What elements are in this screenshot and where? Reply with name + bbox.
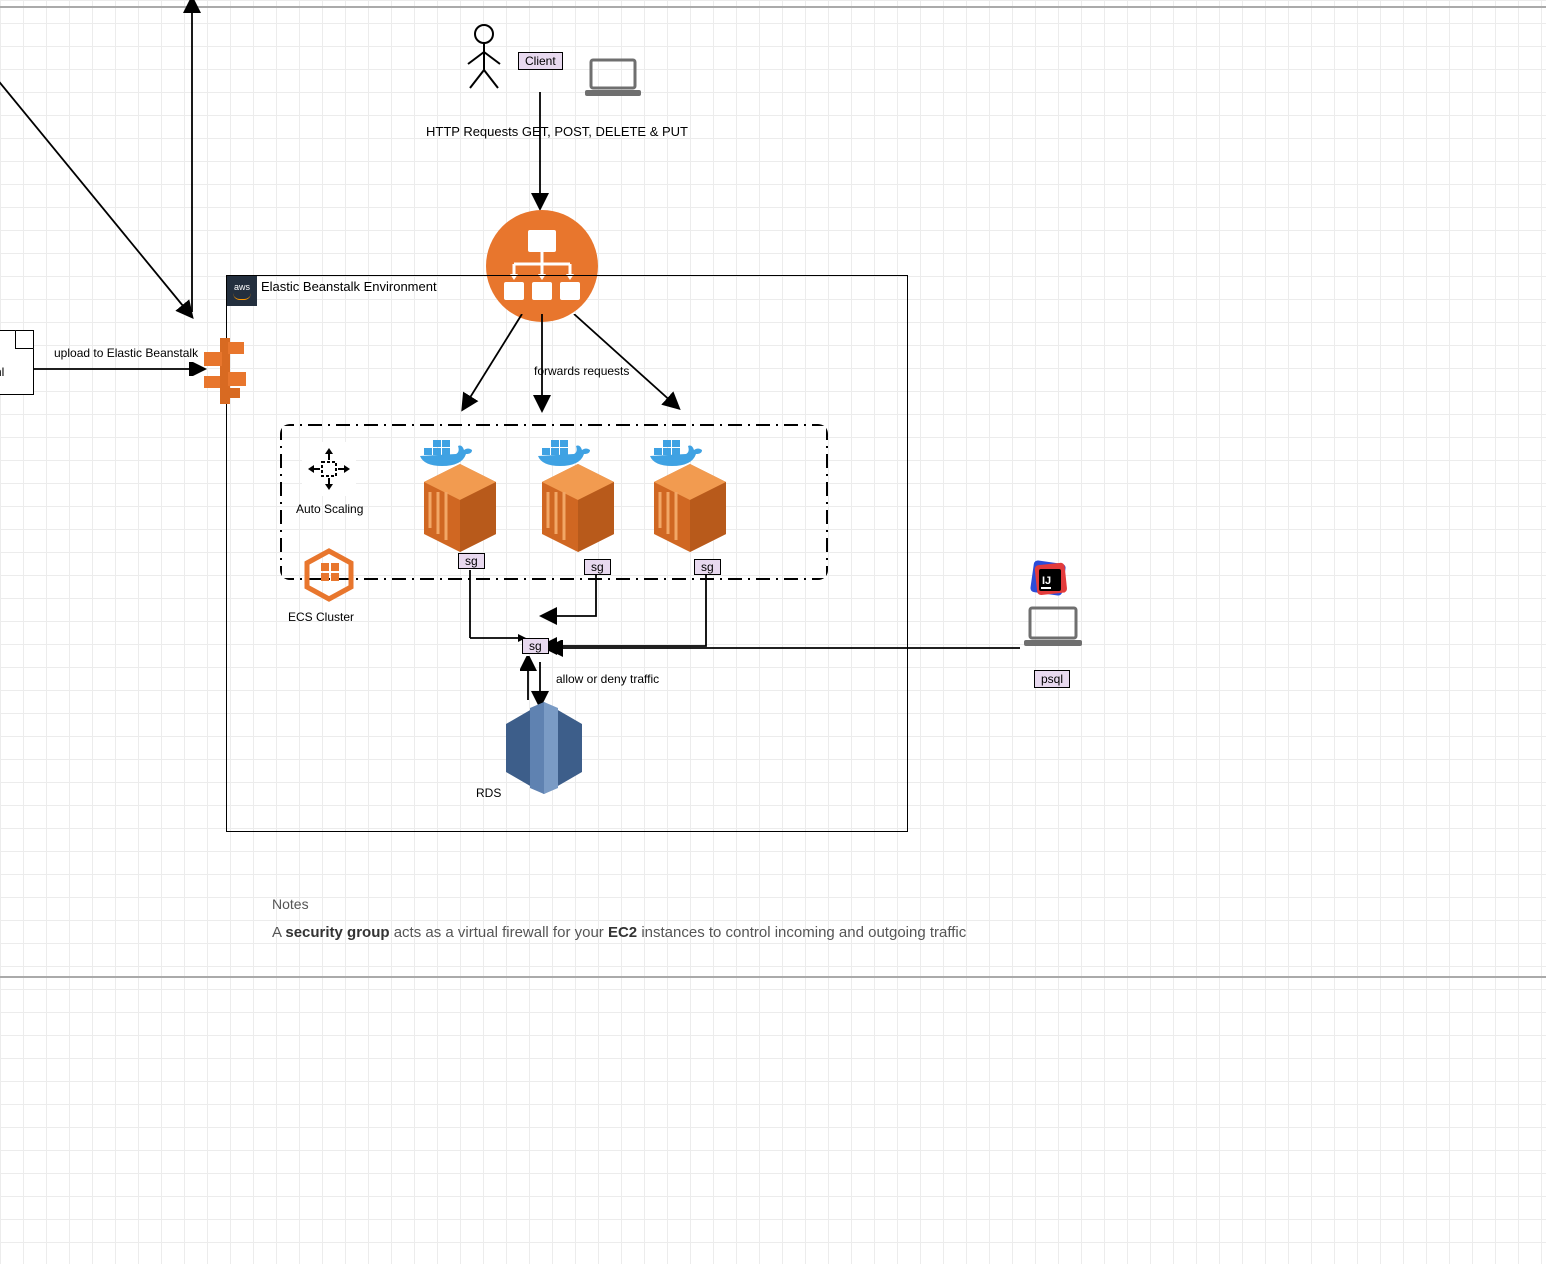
arrow-upload xyxy=(34,362,208,376)
notes-body-suffix: instances to control incoming and outgoi… xyxy=(637,924,966,941)
elastic-beanstalk-icon xyxy=(200,332,250,412)
upload-edge-label: upload to Elastic Beanstalk xyxy=(54,346,198,360)
notes-body: A security group acts as a virtual firew… xyxy=(272,924,1092,941)
person-icon xyxy=(462,22,506,92)
rds-label: RDS xyxy=(476,786,501,800)
ec2-instance-icon xyxy=(418,462,502,554)
laptop-icon xyxy=(1022,604,1084,650)
ecs-cluster-label: ECS Cluster xyxy=(288,610,354,624)
notes-body-b2: EC2 xyxy=(608,924,637,941)
config-file-ext: yaml xyxy=(0,365,4,379)
client-label: Client xyxy=(525,54,556,68)
arrow-psql-to-sg xyxy=(548,640,1028,660)
arrow-client-to-lb xyxy=(530,92,550,212)
sg-badge-db-text: sg xyxy=(529,639,542,653)
notes-body-prefix: A xyxy=(272,924,285,941)
notes-body-mid: acts as a virtual firewall for your xyxy=(390,924,608,941)
notes-body-b1: security group xyxy=(285,924,389,941)
laptop-icon xyxy=(583,56,643,100)
rds-icon xyxy=(500,700,588,796)
psql-label: psql xyxy=(1041,672,1063,686)
eb-title-label: Elastic Beanstalk Environment xyxy=(261,279,437,294)
arrow-sg-rds-bidir xyxy=(520,656,550,706)
notes-title: Notes xyxy=(272,896,309,912)
psql-label-box: psql xyxy=(1034,670,1070,688)
bottom-divider xyxy=(0,976,1546,978)
intellij-icon: IJ xyxy=(1028,558,1072,602)
svg-text:IJ: IJ xyxy=(1042,575,1051,587)
ec2-instance-icon xyxy=(536,462,620,554)
sg-badge-db: sg xyxy=(522,638,549,654)
client-label-box: Client xyxy=(518,52,563,70)
diagram-canvas[interactable]: Client HTTP Requests GET, POST, DELETE &… xyxy=(0,0,1546,1264)
offscreen-arrows xyxy=(0,0,240,320)
sg-caption: allow or deny traffic xyxy=(556,672,659,686)
ec2-instance-icon xyxy=(648,462,732,554)
config-file-icon: yaml xyxy=(0,330,34,395)
autoscaling-label: Auto Scaling xyxy=(296,502,363,516)
forwards-requests-label: forwards requests xyxy=(534,364,629,378)
sg-badge-1: sg xyxy=(458,553,485,569)
sg-badge-1-text: sg xyxy=(465,554,478,568)
ecs-cluster-icon xyxy=(298,544,360,606)
http-requests-label: HTTP Requests GET, POST, DELETE & PUT xyxy=(426,124,688,139)
autoscaling-icon xyxy=(302,442,356,496)
